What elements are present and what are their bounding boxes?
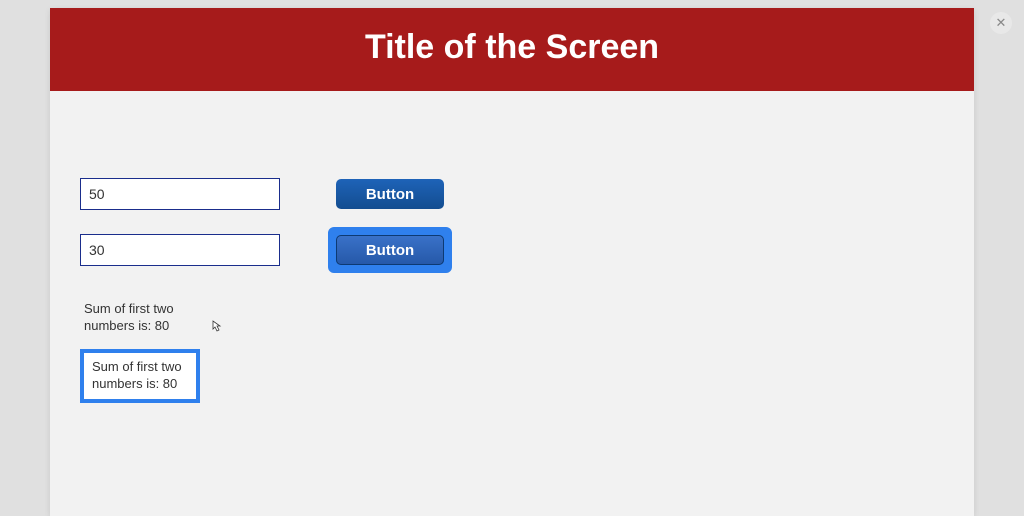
button-wrap-1: Button: [328, 171, 452, 217]
content-area: Button Button Sum of first two numbers i…: [50, 91, 974, 403]
number-input-1[interactable]: [80, 178, 280, 210]
button-wrap-2-highlighted: Button: [328, 227, 452, 273]
close-icon: ✕: [996, 15, 1007, 31]
close-button[interactable]: ✕: [990, 12, 1012, 34]
main-panel: Title of the Screen Button Button Sum of…: [50, 8, 974, 516]
cursor-icon: [212, 320, 222, 336]
input-row-2: Button: [80, 227, 944, 273]
result-text-highlighted: Sum of first two numbers is: 80: [80, 349, 200, 403]
page-title: Title of the Screen: [50, 8, 974, 91]
action-button-1[interactable]: Button: [336, 179, 444, 209]
action-button-2[interactable]: Button: [336, 235, 444, 265]
input-row-1: Button: [80, 171, 944, 217]
number-input-2[interactable]: [80, 234, 280, 266]
result-text-plain-label: Sum of first two numbers is: 80: [84, 301, 174, 333]
result-text-plain: Sum of first two numbers is: 80: [84, 301, 204, 335]
